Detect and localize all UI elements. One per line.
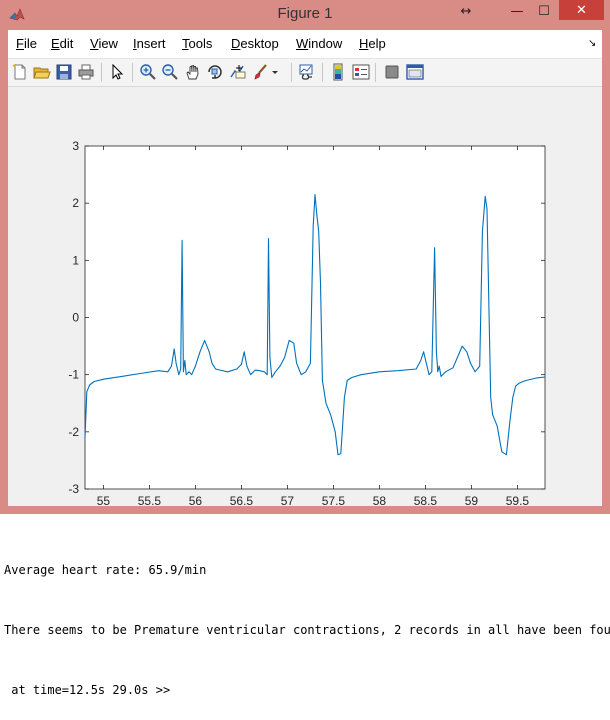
y-tick-label: 2	[72, 196, 79, 210]
menu-help[interactable]: Help	[359, 36, 386, 51]
y-tick-label: 1	[72, 253, 79, 267]
minimize-button[interactable]: —	[503, 1, 531, 21]
toolbar-separator	[322, 63, 323, 82]
x-tick-label: 57	[281, 494, 295, 506]
print-icon[interactable]	[77, 63, 95, 81]
title-bar[interactable]: Figure 1 ↔ — ☐ ✕	[0, 0, 610, 30]
new-figure-icon[interactable]	[11, 63, 29, 81]
x-tick-label: 58.5	[414, 494, 438, 506]
dock-button[interactable]: ↔	[452, 1, 480, 21]
zoom-out-icon[interactable]	[161, 63, 179, 81]
x-tick-label: 55	[97, 494, 111, 506]
data-cursor-icon[interactable]	[229, 63, 247, 81]
link-plot-icon[interactable]	[298, 63, 316, 81]
matlab-logo-icon	[9, 8, 25, 21]
y-tick-label: -2	[68, 425, 79, 439]
show-plot-tools-icon[interactable]	[406, 63, 424, 81]
figure-client-area: File Edit View Insert Tools Desktop Wind…	[8, 30, 602, 506]
x-tick-label: 59.5	[506, 494, 530, 506]
rotate-3d-icon[interactable]	[206, 63, 224, 81]
open-file-icon[interactable]	[33, 63, 51, 81]
x-tick-label: 56	[189, 494, 203, 506]
y-tick-label: -3	[68, 482, 79, 496]
heart-rate-line: Average heart rate: 65.9/min	[4, 563, 207, 577]
toolbar-separator	[101, 63, 102, 82]
hide-plot-tools-icon[interactable]	[383, 63, 401, 81]
x-tick-label: 59	[465, 494, 479, 506]
toolbar-separator	[132, 63, 133, 82]
menu-edit[interactable]: Edit	[51, 36, 73, 51]
y-tick-label: -1	[68, 368, 79, 382]
maximize-button[interactable]: ☐	[531, 1, 557, 21]
toolbar-separator	[375, 63, 376, 82]
pvc-times-prompt-line[interactable]: at time=12.5s 29.0s >>	[4, 680, 610, 700]
x-tick-label: 55.5	[138, 494, 162, 506]
pan-icon[interactable]	[184, 63, 202, 81]
legend-icon[interactable]	[352, 63, 370, 81]
menu-file[interactable]: File	[16, 36, 37, 51]
plot-area: 55 55.5 56 56.5 57 57.5 58 58.5 59 59.5 3 2 1 0 -1 -2 -3	[8, 86, 602, 506]
menu-insert[interactable]: Insert	[133, 36, 166, 51]
figure-toolbar	[8, 59, 602, 87]
pointer-icon[interactable]	[108, 63, 126, 81]
menu-overflow-arrow-icon[interactable]: ↘	[588, 38, 596, 49]
y-tick-label: 3	[72, 139, 79, 153]
ecg-plot[interactable]: 55 55.5 56 56.5 57 57.5 58 58.5 59 59.5 3 2 1 0 -1 -2 -3	[8, 86, 602, 506]
y-tick-label: 0	[72, 311, 79, 325]
menu-bar: File Edit View Insert Tools Desktop Wind…	[8, 30, 602, 59]
menu-window[interactable]: Window	[296, 36, 342, 51]
command-window-output: Average heart rate: 65.9/min There seems…	[4, 520, 610, 720]
x-tick-label: 58	[373, 494, 387, 506]
x-tick-label: 57.5	[322, 494, 346, 506]
colorbar-icon[interactable]	[329, 63, 347, 81]
save-icon[interactable]	[55, 63, 73, 81]
x-tick-label: 56.5	[230, 494, 254, 506]
figure-window: Figure 1 ↔ — ☐ ✕ File Edit View Insert T…	[0, 0, 610, 514]
menu-tools[interactable]: Tools	[182, 36, 212, 51]
menu-view[interactable]: View	[90, 36, 118, 51]
zoom-in-icon[interactable]	[139, 63, 157, 81]
pvc-message-line: There seems to be Premature ventricular …	[4, 623, 610, 637]
brush-dropdown-arrow-icon[interactable]	[270, 63, 280, 81]
toolbar-separator	[291, 63, 292, 82]
close-button[interactable]: ✕	[559, 0, 604, 20]
menu-desktop[interactable]: Desktop	[231, 36, 279, 51]
brush-icon[interactable]	[252, 63, 270, 81]
